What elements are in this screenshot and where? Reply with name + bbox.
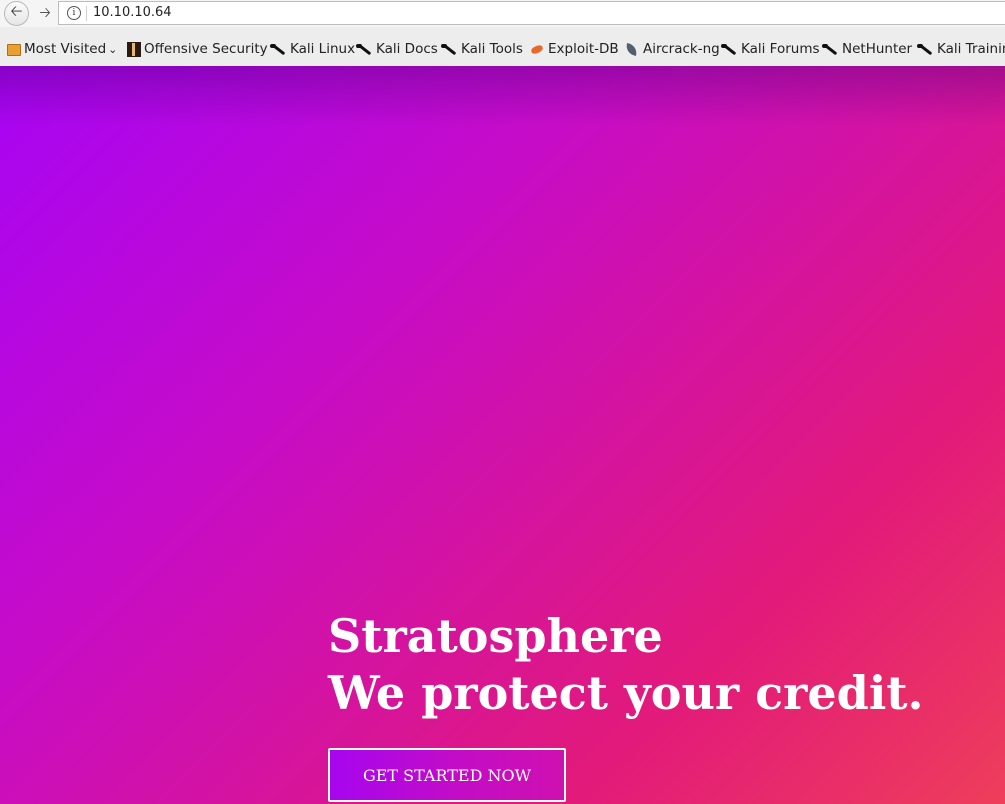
bookmark-label: Kali Tools bbox=[461, 41, 523, 57]
bookmark-label: NetHunter bbox=[842, 41, 913, 57]
navigation-bar: 🡠 🡢 i 10.10.10.64 bbox=[0, 0, 1005, 27]
bookmark-kali-training[interactable]: Kali Trainin bbox=[917, 39, 1005, 59]
bookmark-kali-docs[interactable]: Kali Docs bbox=[356, 39, 438, 59]
bookmark-label: Kali Linux bbox=[290, 41, 356, 57]
bookmark-label: Offensive Security bbox=[144, 41, 268, 57]
forward-button[interactable]: 🡢 bbox=[34, 4, 56, 24]
url-bar[interactable]: i 10.10.10.64 bbox=[58, 1, 1005, 25]
bookmark-label: Aircrack-ng bbox=[643, 41, 720, 57]
arrow-left-icon: 🡠 bbox=[10, 2, 23, 20]
bookmark-kali-tools[interactable]: Kali Tools bbox=[441, 39, 523, 59]
bookmark-label: Kali Docs bbox=[376, 41, 438, 57]
kali-dragon-icon bbox=[441, 42, 458, 57]
bookmark-label: Most Visited bbox=[24, 41, 107, 57]
chevron-down-icon: ⌄ bbox=[108, 42, 118, 56]
bookmark-most-visited[interactable]: Most Visited ⌄ bbox=[7, 39, 117, 59]
site-name: Stratosphere bbox=[328, 609, 663, 663]
arrow-right-icon: 🡢 bbox=[39, 5, 51, 21]
folder-icon bbox=[7, 44, 21, 56]
kali-dragon-icon bbox=[917, 42, 934, 57]
back-button[interactable]: 🡠 bbox=[4, 1, 29, 26]
offensive-security-icon bbox=[127, 41, 141, 57]
bookmark-kali-forums[interactable]: Kali Forums bbox=[721, 39, 820, 59]
browser-toolbar: 🡠 🡢 i 10.10.10.64 Most Visited ⌄ Offensi… bbox=[0, 0, 1005, 67]
bookmark-nethunter[interactable]: NetHunter bbox=[822, 39, 912, 59]
get-started-button[interactable]: GET STARTED NOW bbox=[328, 748, 566, 802]
kali-dragon-icon bbox=[356, 42, 373, 57]
kali-dragon-icon bbox=[721, 42, 738, 57]
kali-dragon-icon bbox=[270, 42, 287, 57]
hero-heading: Stratosphere We protect your credit. bbox=[328, 608, 924, 722]
bookmark-aircrack-ng[interactable]: Aircrack-ng bbox=[625, 39, 720, 59]
url-separator bbox=[86, 6, 87, 21]
kali-dragon-icon bbox=[822, 42, 839, 57]
bookmark-kali-linux[interactable]: Kali Linux bbox=[270, 39, 355, 59]
info-icon[interactable]: i bbox=[67, 6, 81, 20]
url-text[interactable]: 10.10.10.64 bbox=[93, 5, 172, 20]
bookmark-exploit-db[interactable]: Exploit-DB bbox=[530, 39, 619, 59]
bookmark-label: Kali Trainin bbox=[937, 41, 1005, 57]
bookmarks-toolbar: Most Visited ⌄ Offensive Security Kali L… bbox=[0, 35, 1005, 63]
hero-section: Stratosphere We protect your credit. GET… bbox=[0, 66, 1005, 804]
tagline: We protect your credit. bbox=[328, 666, 924, 720]
bookmark-label: Exploit-DB bbox=[548, 41, 619, 57]
hero-top-shadow bbox=[0, 66, 1005, 126]
exploit-db-icon bbox=[530, 42, 545, 56]
bookmark-offensive-security[interactable]: Offensive Security bbox=[127, 39, 268, 59]
aircrack-ng-icon bbox=[625, 42, 640, 57]
bookmark-label: Kali Forums bbox=[741, 41, 820, 57]
